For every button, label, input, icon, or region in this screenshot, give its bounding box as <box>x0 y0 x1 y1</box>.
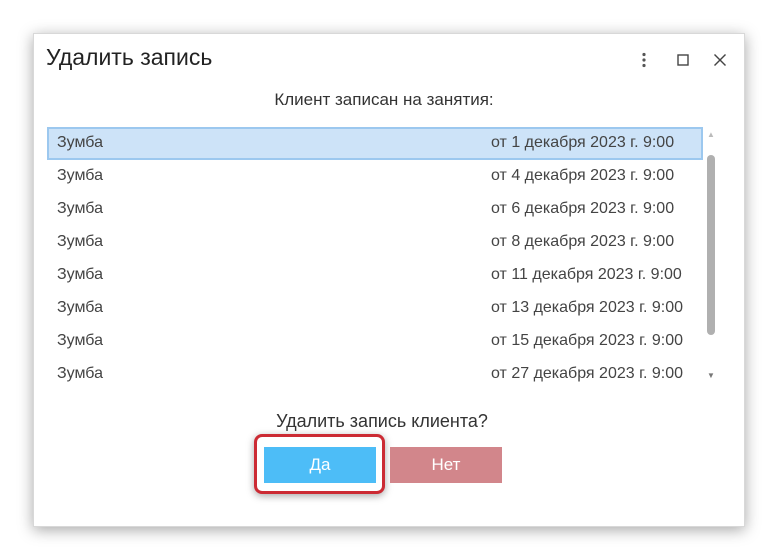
yes-button[interactable]: Да <box>264 447 376 483</box>
scroll-down-arrow-icon[interactable]: ▼ <box>704 371 718 381</box>
list-item[interactable]: Зумба от 15 декабря 2023 г. 9:00 <box>47 325 703 358</box>
list-item[interactable]: Зумба от 1 декабря 2023 г. 9:00 <box>47 127 703 160</box>
class-name: Зумба <box>57 365 103 382</box>
more-options-button[interactable] <box>632 48 656 72</box>
class-name: Зумба <box>57 134 103 151</box>
scroll-up-arrow-icon[interactable]: ▲ <box>704 130 718 140</box>
list-item[interactable]: Зумба от 13 декабря 2023 г. 9:00 <box>47 292 703 325</box>
class-name: Зумба <box>57 299 103 316</box>
class-date: от 6 декабря 2023 г. 9:00 <box>491 200 675 217</box>
class-date: от 11 декабря 2023 г. 9:00 <box>491 266 682 283</box>
dialog-title: Удалить запись <box>46 44 213 70</box>
class-name: Зумба <box>57 200 103 217</box>
delete-record-dialog: Удалить запись Клиент записан на занятия… <box>33 33 745 527</box>
maximize-icon <box>677 54 689 66</box>
list-scrollbar[interactable]: ▲ ▼ <box>704 130 718 385</box>
close-icon <box>714 54 726 66</box>
class-name: Зумба <box>57 167 103 184</box>
list-item[interactable]: Зумба от 8 декабря 2023 г. 9:00 <box>47 226 703 259</box>
confirm-question: Удалить запись клиента? <box>276 411 488 431</box>
class-date: от 4 декабря 2023 г. 9:00 <box>491 167 675 184</box>
list-item[interactable]: Зумба от 4 декабря 2023 г. 9:00 <box>47 160 703 193</box>
class-date: от 8 декабря 2023 г. 9:00 <box>491 233 675 250</box>
scroll-thumb[interactable] <box>707 155 715 335</box>
class-name: Зумба <box>57 233 103 250</box>
class-name: Зумба <box>57 332 103 349</box>
dialog-subtitle: Клиент записан на занятия: <box>274 90 494 109</box>
more-vertical-icon <box>642 52 646 68</box>
class-date: от 27 декабря 2023 г. 9:00 <box>491 365 683 382</box>
close-button[interactable] <box>708 48 732 72</box>
list-item[interactable]: Зумба от 6 декабря 2023 г. 9:00 <box>47 193 703 226</box>
class-date: от 15 декабря 2023 г. 9:00 <box>491 332 683 349</box>
class-date: от 13 декабря 2023 г. 9:00 <box>491 299 683 316</box>
enrollment-list: Зумба от 1 декабря 2023 г. 9:00 Зумба от… <box>47 127 703 391</box>
class-date: от 1 декабря 2023 г. 9:00 <box>491 134 675 151</box>
maximize-button[interactable] <box>671 48 695 72</box>
list-item[interactable]: Зумба от 27 декабря 2023 г. 9:00 <box>47 358 703 391</box>
class-name: Зумба <box>57 266 103 283</box>
no-button[interactable]: Нет <box>390 447 502 483</box>
list-item[interactable]: Зумба от 11 декабря 2023 г. 9:00 <box>47 259 703 292</box>
